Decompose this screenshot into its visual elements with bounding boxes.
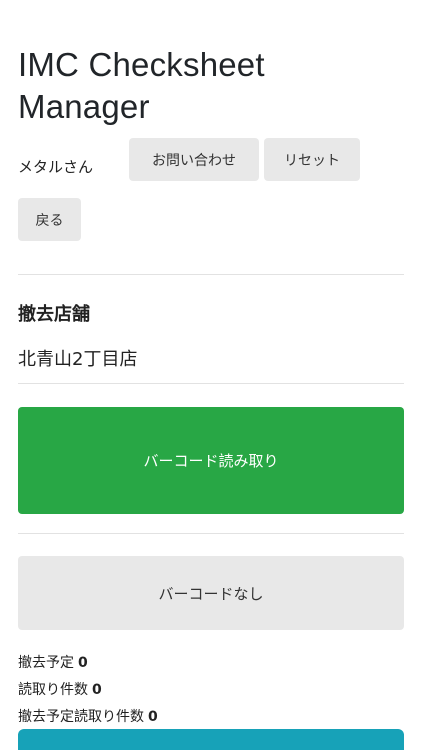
stat-planned-removal: 撤去予定 0 bbox=[18, 652, 88, 672]
user-label: メタルさん bbox=[18, 158, 94, 176]
contact-button[interactable]: お問い合わせ bbox=[129, 138, 259, 181]
page-title: IMC Checksheet Manager bbox=[18, 46, 265, 125]
stat-label: 撤去予定読取り件数 bbox=[18, 709, 144, 725]
store-heading: 撤去店舗 bbox=[18, 304, 90, 325]
stat-read-count: 読取り件数 0 bbox=[18, 679, 102, 699]
divider bbox=[18, 274, 404, 275]
stat-label: 撤去予定 bbox=[18, 655, 74, 671]
stat-value: 0 bbox=[78, 655, 88, 671]
stat-label: 読取り件数 bbox=[18, 682, 88, 698]
stat-planned-read-count: 撤去予定読取り件数 0 bbox=[18, 706, 158, 726]
divider bbox=[18, 383, 404, 384]
store-name: 北青山2丁目店 bbox=[18, 349, 138, 370]
scan-barcode-button[interactable]: バーコード読み取り bbox=[18, 407, 404, 514]
bottom-action-button[interactable] bbox=[18, 729, 404, 750]
back-button[interactable]: 戻る bbox=[18, 198, 81, 241]
app-page: IMC Checksheet Manager メタルさん お問い合わせ リセット… bbox=[0, 0, 422, 750]
divider bbox=[18, 533, 404, 534]
stat-value: 0 bbox=[148, 709, 158, 725]
reset-button[interactable]: リセット bbox=[264, 138, 360, 181]
no-barcode-button[interactable]: バーコードなし bbox=[18, 556, 404, 630]
stat-value: 0 bbox=[92, 682, 102, 698]
